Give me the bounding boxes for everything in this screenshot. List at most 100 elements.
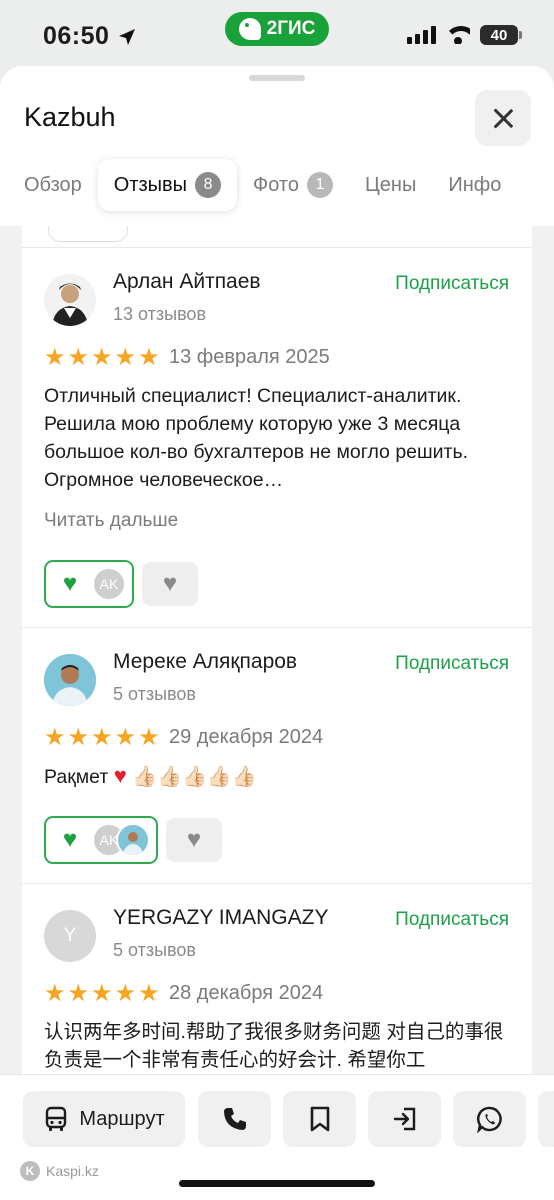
more-actions-button[interactable] [538,1091,554,1147]
whatsapp-icon [476,1106,502,1133]
star-icon: ★ [44,344,66,371]
review-author[interactable]: Мереке Аляқпаров [113,650,297,674]
likes-reaction[interactable]: ♥ AK [44,816,158,864]
star-icon: ★ [138,980,160,1007]
bookmark-button[interactable] [283,1091,356,1147]
home-indicator[interactable] [179,1180,375,1187]
tab-label: Цены [364,173,417,196]
review-date: 13 февраля 2025 [169,346,330,368]
tab-overview[interactable]: Обзор [8,159,98,211]
battery-icon: 40 [480,25,522,45]
tab-badge: 1 [306,172,333,198]
wifi-icon [446,26,470,44]
review-author[interactable]: YERGAZY IMANGAZY [113,906,329,930]
rating-stars: ★ ★ ★ ★ ★ [44,982,160,1006]
sheet-grabber[interactable] [249,75,305,81]
route-label: Маршрут [79,1107,165,1130]
star-icon: ★ [138,724,160,751]
share-button[interactable] [368,1091,441,1147]
reviews-list[interactable]: Арлан Айтпаев 13 отзывов Подписаться ★ ★ ★… [0,226,554,1076]
kaspi-watermark-text: Kaspi.kz [46,1163,99,1179]
tab-prices[interactable]: Цены [349,159,432,211]
like-button[interactable]: ♥ [142,562,198,606]
rating-stars: ★ ★ ★ ★ ★ [44,726,160,750]
tab-bar: Обзор Отзывы 8 Фото 1 Цены Инфо [0,156,554,214]
share-icon [393,1107,415,1131]
tab-label: Обзор [24,173,82,196]
kaspi-logo-icon: K [20,1161,40,1181]
avatar[interactable] [44,654,96,706]
status-indicators: 40 [407,25,522,45]
kaspi-watermark: K Kaspi.kz [20,1161,99,1181]
star-icon: ★ [44,724,66,751]
subscribe-button[interactable]: Подписаться [395,273,509,295]
previous-review-tail [22,226,532,248]
star-icon: ★ [138,344,160,371]
subscribe-button[interactable]: Подписаться [395,909,509,931]
rating-stars: ★ ★ ★ ★ ★ [44,346,160,370]
sheet-title: Kazbuh [24,102,116,132]
tab-label: Инфо [448,173,502,196]
read-more-link[interactable]: Читать дальше [44,510,178,532]
whatsapp-button[interactable] [453,1091,526,1147]
star-icon: ★ [67,724,90,751]
tab-badge: 8 [195,172,222,198]
star-icon: ★ [91,724,113,751]
bus-icon [46,1106,67,1131]
star-icon: ★ [114,724,137,751]
review-author-count: 5 отзывов [113,684,196,704]
phone-icon [223,1108,246,1130]
green-heart-icon: ♥ [62,826,78,853]
reactions-row: ♥ AK ♥ [44,816,222,864]
place-sheet: Kazbuh Обзор Отзывы 8 Фото 1 Цены Инфо Арл… [0,66,554,1200]
location-arrow-icon [119,28,136,45]
star-icon: ★ [114,344,137,371]
signal-icon [407,26,436,44]
tab-info[interactable]: Инфо [432,159,517,211]
avatar[interactable] [44,274,96,326]
red-heart-emoji-icon: ♥ [113,763,127,788]
green-heart-icon: ♥ [62,570,78,597]
heart-icon: ♥ [186,826,202,853]
review-author-count: 5 отзывов [113,940,196,960]
goose-logo-icon [238,18,261,40]
thumbs-up-emoji-icon: 👍🏻👍🏻👍🏻👍🏻👍🏻 [132,766,257,788]
tab-reviews[interactable]: Отзывы 8 [97,159,238,211]
likes-reaction[interactable]: ♥ AK [44,560,134,608]
heart-icon: ♥ [162,570,178,597]
close-icon [492,107,514,129]
status-time: 06:50 [43,22,137,51]
status-bar: 06:50 2ГИС 40 [0,0,554,70]
review-card: Y YERGAZY IMANGAZY 5 отзывов Подписаться… [22,884,532,1076]
reaction-avatar-photo [116,823,150,857]
bookmark-icon [310,1106,329,1132]
reactions-row: ♥ AK ♥ [44,560,198,608]
subscribe-button[interactable]: Подписаться [395,653,509,675]
review-text: 认识两年多时间.帮助了我很多财务问题 对自己的事很负责是一个非常有责任心的好会计… [44,1021,504,1071]
app-pill-label: 2ГИС [266,18,316,39]
review-text-word: Рақмет [44,766,109,788]
battery-level: 40 [490,26,508,44]
tab-photos[interactable]: Фото 1 [237,159,349,211]
reaction-avatar: AK [92,567,126,601]
close-button[interactable] [475,90,531,146]
star-icon: ★ [91,980,113,1007]
review-text: Рақмет ♥ 👍🏻👍🏻👍🏻👍🏻👍🏻 [44,762,514,791]
avatar[interactable]: Y [44,910,96,962]
review-date: 28 декабря 2024 [169,982,324,1004]
star-icon: ★ [67,980,90,1007]
review-author-count: 13 отзывов [113,304,207,324]
app-pill-2gis[interactable]: 2ГИС [225,12,329,46]
review-card: Мереке Аляқпаров 5 отзывов Подписаться ★… [22,628,532,884]
star-icon: ★ [67,344,90,371]
route-button[interactable]: Маршрут [23,1091,185,1147]
star-icon: ★ [114,980,137,1007]
review-text: Отличный специалист! Специалист-аналитик… [44,385,469,491]
star-icon: ★ [91,344,113,371]
like-button[interactable]: ♥ [166,818,222,862]
review-author[interactable]: Арлан Айтпаев [113,270,261,294]
call-button[interactable] [198,1091,271,1147]
review-date: 29 декабря 2024 [169,726,324,748]
review-card: Арлан Айтпаев 13 отзывов Подписаться ★ ★ ★… [22,248,532,628]
star-icon: ★ [44,980,66,1007]
